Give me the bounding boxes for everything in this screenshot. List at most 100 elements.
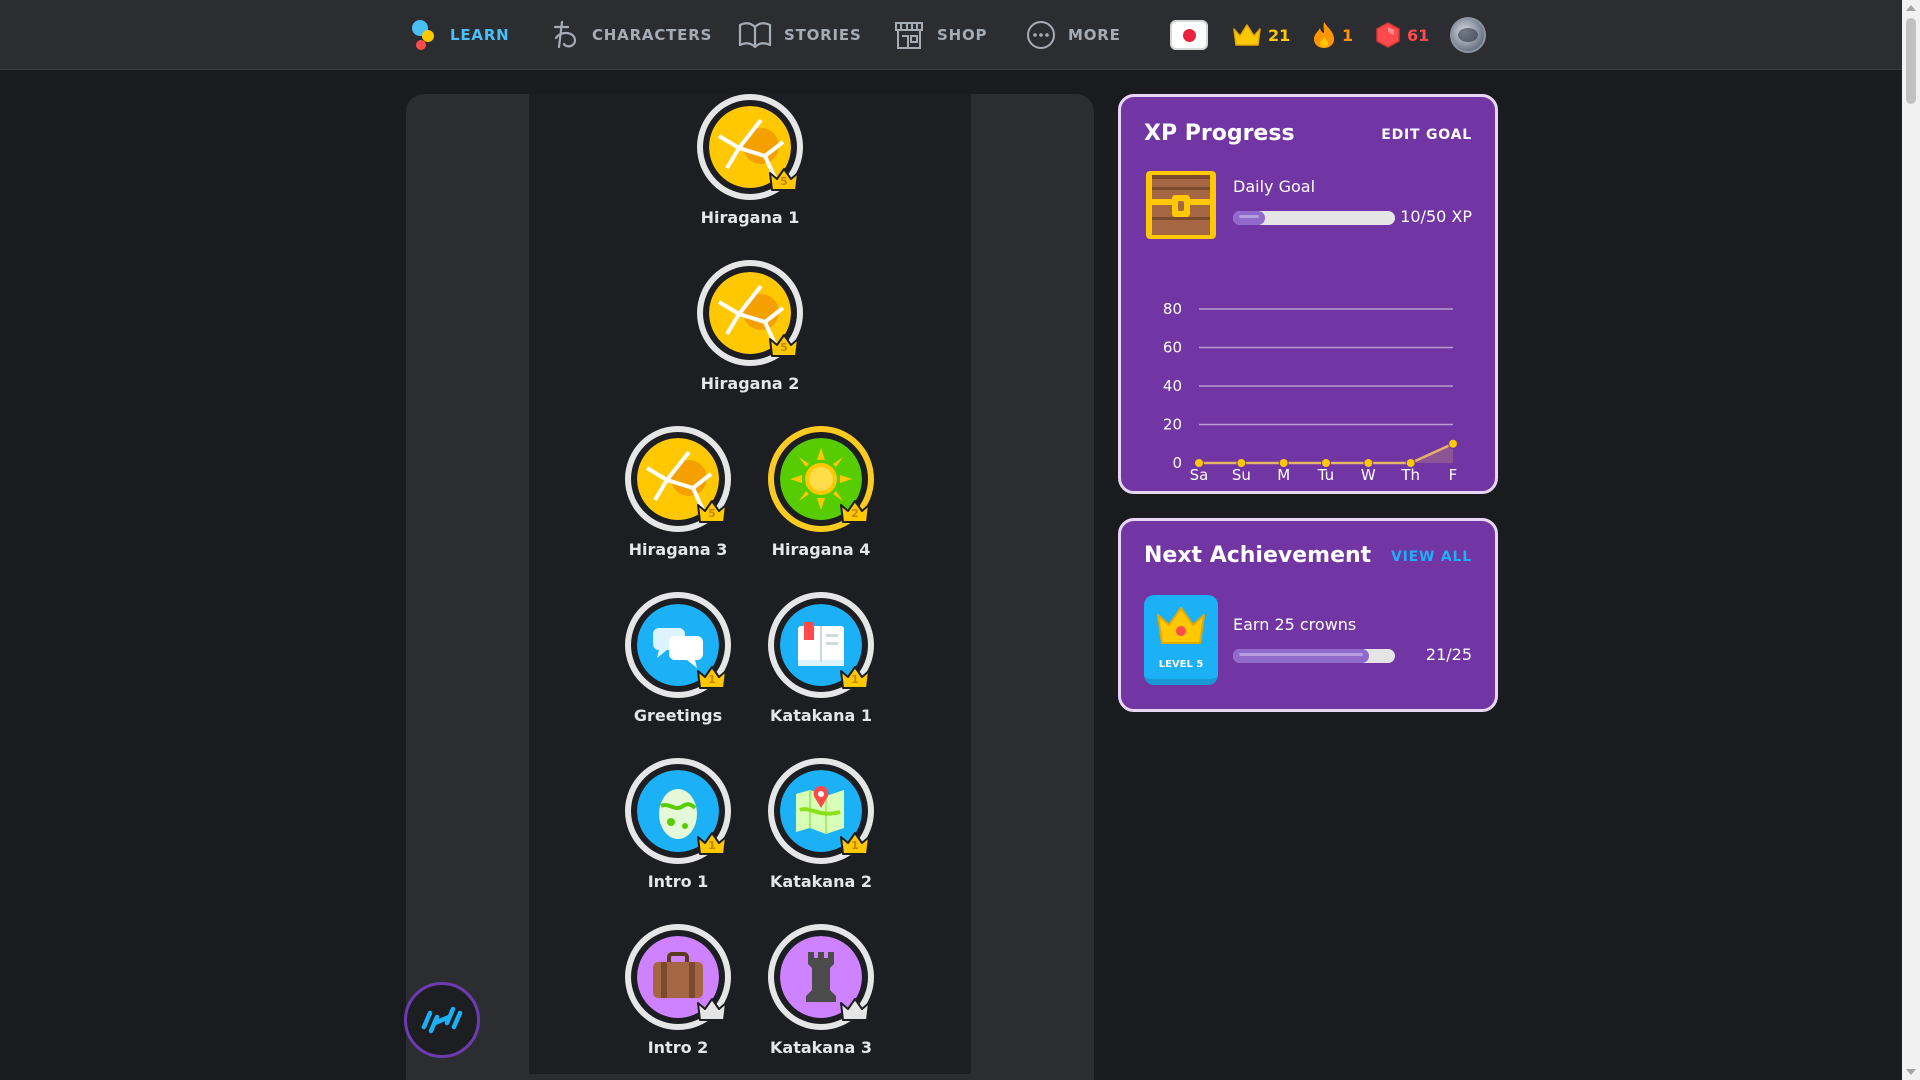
skill-katakana-1[interactable]: 1 Katakana 1: [741, 592, 901, 742]
crown-level: 1: [708, 839, 716, 852]
nav-stories[interactable]: STORIES: [738, 18, 862, 52]
top-navigation-bar: LEARN CHARACTERS STORIES SHOP MORE 21 1 …: [0, 0, 1902, 70]
achievement-progress-bar: [1233, 649, 1395, 663]
stories-icon: [738, 22, 772, 49]
skill-hiragana-4[interactable]: 2 Hiragana 4: [741, 426, 901, 576]
crown-level: 5: [780, 341, 788, 354]
crown-level-icon: 5: [768, 332, 800, 358]
crown-level: 2: [851, 507, 859, 520]
nav-more-label: MORE: [1068, 26, 1121, 44]
nav-characters[interactable]: CHARACTERS: [550, 18, 712, 52]
skill-intro-2[interactable]: Intro 2: [598, 924, 758, 1074]
skill-label: Intro 2: [647, 1038, 709, 1057]
crown-level-icon: 1: [696, 830, 728, 856]
gems-counter[interactable]: 61: [1375, 18, 1429, 52]
avatar[interactable]: [1450, 17, 1486, 53]
shop-icon: [895, 22, 923, 49]
xp-progress-title: XP Progress: [1144, 121, 1295, 146]
skill-katakana-2[interactable]: 1 Katakana 2: [741, 758, 901, 908]
chart-data-point: [1448, 438, 1458, 449]
achievement-value: 21/25: [1425, 645, 1472, 664]
daily-goal-progress-fill: [1233, 211, 1266, 225]
crown-level-icon: 1: [696, 664, 728, 690]
crown-level-icon: 5: [768, 166, 800, 192]
page-scrollbar[interactable]: [1902, 0, 1920, 1080]
skill-label: Katakana 3: [770, 1038, 872, 1057]
skill-label: Hiragana 3: [628, 540, 728, 559]
skill-label: Intro 1: [647, 872, 709, 891]
chart-x-tick-label: W: [1361, 466, 1376, 482]
skill-hiragana-2[interactable]: 5 Hiragana 2: [670, 260, 830, 410]
chart-x-tick-label: Sa: [1190, 466, 1209, 482]
badge-level-label: LEVEL 5: [1158, 659, 1204, 670]
learn-icon: [412, 20, 434, 50]
crown-level-icon: 5: [696, 498, 728, 524]
characters-icon: [553, 20, 577, 49]
daily-goal-value: 10/50 XP: [1400, 207, 1472, 226]
chart-y-tick-label: 40: [1163, 377, 1182, 395]
xp-line-chart: 0 20 40 60 80 Sa Su M Tu W Th F: [1163, 300, 1458, 482]
skill-hiragana-1[interactable]: 5 Hiragana 1: [670, 94, 830, 244]
daily-goal-progress-bar: [1233, 211, 1395, 225]
crowns-counter[interactable]: 21: [1232, 18, 1290, 52]
nav-shop[interactable]: SHOP: [893, 18, 987, 52]
chart-x-tick-label: Th: [1400, 466, 1420, 482]
skill-label: Greetings: [633, 706, 723, 725]
flame-icon: [1314, 22, 1334, 48]
chart-x-tick-label: M: [1277, 466, 1290, 482]
crown-empty-icon: [839, 996, 871, 1022]
crown-level-icon: 1: [839, 830, 871, 856]
crown-icon: [1233, 24, 1261, 46]
gems-count: 61: [1407, 25, 1430, 45]
next-achievement-card: Next Achievement VIEW ALL LEVEL 5 Earn 2…: [1118, 518, 1498, 712]
practice-button[interactable]: [404, 982, 480, 1058]
streak-counter[interactable]: 1: [1312, 18, 1353, 52]
chart-x-tick-label: F: [1449, 466, 1458, 482]
more-icon: [1027, 21, 1055, 49]
achievement-name: Earn 25 crowns: [1233, 615, 1357, 634]
achievement-progress-fill: [1233, 649, 1370, 663]
crown-level-icon: 2: [839, 498, 871, 524]
skill-label: Hiragana 2: [700, 374, 800, 393]
crown-level: 1: [851, 839, 859, 852]
crown-level: 5: [708, 507, 716, 520]
chart-x-tick-label: Su: [1232, 466, 1251, 482]
skill-label: Katakana 1: [770, 706, 872, 725]
daily-goal-label: Daily Goal: [1233, 177, 1316, 196]
chart-y-tick-label: 80: [1163, 300, 1182, 318]
scroll-up-arrow-icon[interactable]: [1906, 5, 1916, 11]
scrollbar-thumb[interactable]: [1906, 18, 1916, 104]
skill-hiragana-3[interactable]: 5 Hiragana 3: [598, 426, 758, 576]
streak-count: 1: [1342, 25, 1354, 45]
crowns-count: 21: [1268, 25, 1291, 45]
crown-level: 1: [708, 673, 716, 686]
skill-katakana-3[interactable]: Katakana 3: [741, 924, 901, 1074]
skill-label: Hiragana 1: [700, 208, 800, 227]
chart-x-tick-label: Tu: [1317, 466, 1334, 482]
nav-stories-label: STORIES: [784, 26, 862, 44]
view-all-link[interactable]: VIEW ALL: [1391, 549, 1472, 565]
nav-learn-label: LEARN: [450, 26, 510, 44]
next-achievement-title: Next Achievement: [1144, 543, 1372, 568]
crown-level: 5: [780, 175, 788, 188]
chart-y-tick-label: 0: [1172, 454, 1182, 472]
crown-badge-icon: LEVEL 5: [1144, 595, 1218, 685]
skill-label: Hiragana 4: [771, 540, 871, 559]
japan-flag-icon[interactable]: [1170, 20, 1208, 50]
crown-empty-icon: [696, 996, 728, 1022]
nav-more[interactable]: MORE: [1026, 18, 1121, 52]
skill-greetings[interactable]: 1 Greetings: [598, 592, 758, 742]
xp-progress-card: XP Progress EDIT GOAL Daily Goal 10/50 X…: [1118, 94, 1498, 494]
edit-goal-button[interactable]: EDIT GOAL: [1381, 127, 1472, 143]
crown-level: 1: [851, 673, 859, 686]
treasure-chest-icon: [1144, 167, 1218, 241]
gem-icon: [1376, 22, 1400, 48]
nav-learn[interactable]: LEARN: [410, 18, 510, 52]
skill-intro-1[interactable]: 1 Intro 1: [598, 758, 758, 908]
scroll-down-arrow-icon[interactable]: [1906, 1069, 1916, 1075]
crown-level-icon: 1: [839, 664, 871, 690]
dumbbell-icon: [421, 1006, 463, 1034]
chart-y-tick-label: 60: [1163, 339, 1182, 357]
nav-shop-label: SHOP: [937, 26, 988, 44]
chart-y-tick-label: 20: [1163, 416, 1182, 434]
